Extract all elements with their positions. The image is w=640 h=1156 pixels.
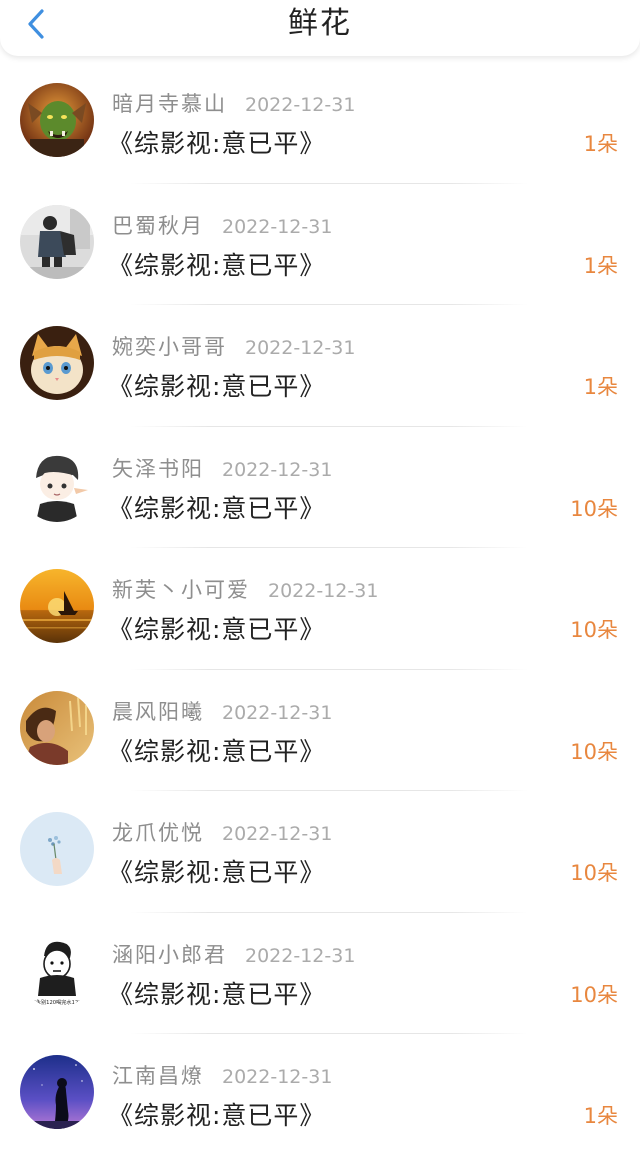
person-with-backpack-avatar [20, 204, 94, 279]
list-item[interactable]: 晨风阳曦 2022-12-31 《综影视:意已平》 10朵 [0, 670, 640, 791]
user-name[interactable]: 矢泽书阳 [112, 453, 204, 483]
girl-in-wheat-field-avatar [20, 690, 94, 765]
user-avatar[interactable] [20, 204, 94, 279]
flower-count: 10朵 [570, 861, 618, 885]
book-title[interactable]: 《综影视:意已平》 [108, 367, 325, 403]
hand-holding-flower-avatar [20, 812, 94, 886]
name-row: 巴蜀秋月 2022-12-31 [112, 210, 332, 240]
flower-count: 1朵 [583, 375, 618, 399]
flower-count: 1朵 [583, 132, 618, 156]
night-sky-silhouette-avatar [20, 1055, 94, 1129]
name-row: 晨风阳曦 2022-12-31 [112, 696, 332, 726]
date-text: 2022-12-31 [268, 580, 379, 602]
name-row: 新芙丶小可爱 2022-12-31 [112, 574, 378, 604]
back-button[interactable] [18, 6, 54, 42]
user-name[interactable]: 晨风阳曦 [112, 696, 204, 726]
flower-count: 10朵 [570, 982, 618, 1007]
user-name[interactable]: 新芙丶小可爱 [112, 574, 250, 604]
book-title[interactable]: 《综影视:意已平》 [108, 489, 325, 525]
user-avatar[interactable] [20, 690, 94, 765]
user-name[interactable]: 江南昌燎 [112, 1060, 204, 1090]
anime-boy-avatar [20, 447, 94, 522]
user-avatar[interactable]: "永别120喝完水12" [20, 933, 94, 1008]
date-text: 2022-12-31 [245, 94, 356, 116]
flower-count: 1朵 [583, 1104, 618, 1128]
flower-count: 1朵 [583, 253, 618, 278]
book-title[interactable]: 《综影视:意已平》 [108, 124, 325, 160]
date-text: 2022-12-31 [222, 823, 333, 845]
date-text: 2022-12-31 [222, 1066, 333, 1088]
page-title: 鲜花 [288, 6, 352, 41]
cat-avatar [20, 326, 94, 400]
date-text: 2022-12-31 [222, 701, 333, 724]
flower-list: 暗月寺慕山 2022-12-31 《综影视:意已平》 1朵 巴蜀秋月 2022-… [0, 62, 640, 1156]
date-text: 2022-12-31 [245, 944, 356, 967]
book-title[interactable]: 《综影视:意已平》 [108, 1096, 325, 1132]
book-title[interactable]: 《综影视:意已平》 [108, 853, 325, 889]
cartoon-man-avatar: "永别120喝完水12" [20, 933, 94, 1008]
sunset-sailboat-avatar [20, 569, 94, 643]
user-avatar[interactable] [20, 812, 94, 886]
name-row: 矢泽书阳 2022-12-31 [112, 453, 332, 483]
book-title[interactable]: 《综影视:意已平》 [108, 975, 325, 1011]
flower-count: 10朵 [570, 618, 618, 642]
user-avatar[interactable] [20, 569, 94, 643]
name-row: 暗月寺慕山 2022-12-31 [112, 88, 355, 118]
date-text: 2022-12-31 [222, 458, 333, 481]
user-avatar[interactable] [20, 326, 94, 400]
list-item[interactable]: 婉奕小哥哥 2022-12-31 《综影视:意已平》 1朵 [0, 305, 640, 427]
date-text: 2022-12-31 [245, 337, 356, 359]
user-avatar[interactable] [20, 1055, 94, 1129]
user-name[interactable]: 涵阳小郎君 [112, 939, 227, 969]
name-row: 婉奕小哥哥 2022-12-31 [112, 331, 355, 361]
name-row: 涵阳小郎君 2022-12-31 [112, 939, 355, 969]
list-item[interactable]: 暗月寺慕山 2022-12-31 《综影视:意已平》 1朵 [0, 62, 640, 184]
date-text: 2022-12-31 [222, 215, 333, 238]
list-item[interactable]: 巴蜀秋月 2022-12-31 《综影视:意已平》 1朵 [0, 184, 640, 305]
book-title[interactable]: 《综影视:意已平》 [108, 246, 325, 282]
chevron-left-icon [28, 9, 44, 39]
orc-warrior-avatar [20, 83, 94, 157]
user-avatar[interactable] [20, 447, 94, 522]
avatar-caption: "永别120喝完水12" [33, 998, 80, 1006]
user-name[interactable]: 龙爪优悦 [112, 817, 204, 847]
list-item[interactable]: 江南昌燎 2022-12-31 《综影视:意已平》 1朵 [0, 1034, 640, 1156]
book-title[interactable]: 《综影视:意已平》 [108, 610, 325, 646]
top-bar: 鲜花 [0, 0, 640, 56]
book-title[interactable]: 《综影视:意已平》 [108, 732, 325, 768]
list-item[interactable]: "永别120喝完水12" 涵阳小郎君 2022-12-31 《综影视:意已平》 … [0, 913, 640, 1034]
user-name[interactable]: 暗月寺慕山 [112, 88, 227, 118]
flower-count: 10朵 [570, 739, 618, 764]
user-avatar[interactable] [20, 83, 94, 157]
user-name[interactable]: 婉奕小哥哥 [112, 331, 227, 361]
name-row: 江南昌燎 2022-12-31 [112, 1060, 332, 1090]
list-item[interactable]: 新芙丶小可爱 2022-12-31 《综影视:意已平》 10朵 [0, 548, 640, 670]
list-item[interactable]: 龙爪优悦 2022-12-31 《综影视:意已平》 10朵 [0, 791, 640, 913]
name-row: 龙爪优悦 2022-12-31 [112, 817, 332, 847]
user-name[interactable]: 巴蜀秋月 [112, 210, 204, 240]
flower-count: 10朵 [570, 496, 618, 521]
list-item[interactable]: 矢泽书阳 2022-12-31 《综影视:意已平》 10朵 [0, 427, 640, 548]
